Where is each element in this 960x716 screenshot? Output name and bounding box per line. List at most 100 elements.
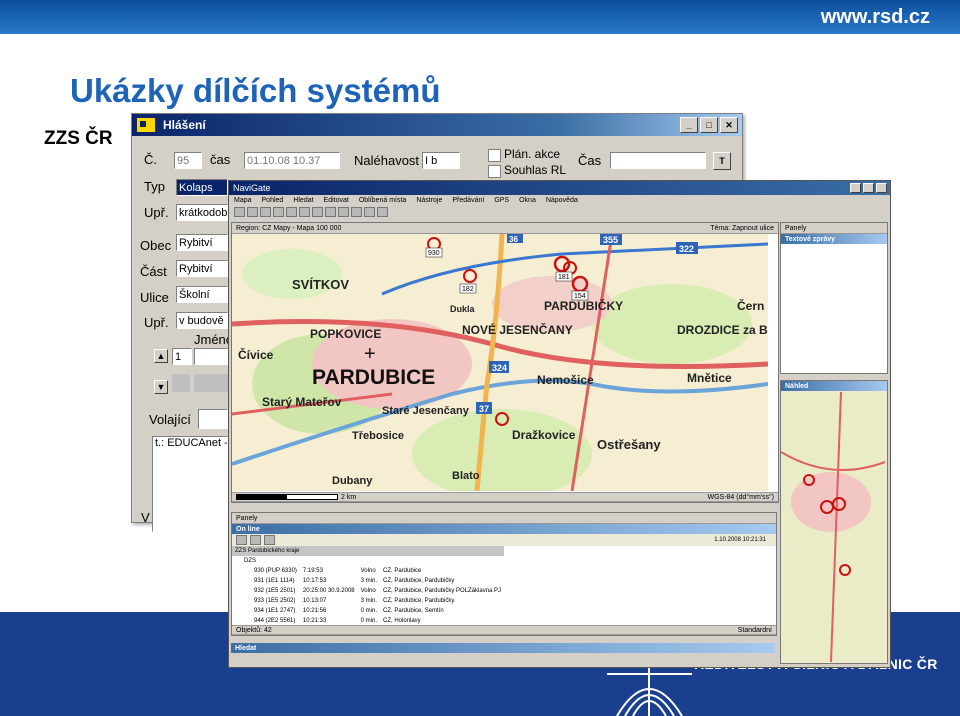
- hlaseni-titlebar: Hlášení _ □ ✕: [132, 114, 742, 136]
- scroll-up-button[interactable]: ▲: [154, 349, 168, 363]
- menu-gps[interactable]: GPS: [494, 197, 509, 204]
- preview-header: Náhled: [781, 381, 887, 391]
- number-field[interactable]: 95: [174, 152, 202, 169]
- unit-time: 10:13:07: [302, 598, 327, 604]
- menu-mapa[interactable]: Mapa: [234, 197, 252, 204]
- zoom-in-icon[interactable]: [234, 207, 245, 217]
- obec-field[interactable]: Rybitví: [176, 234, 228, 251]
- map-label-nemosice: Nemošice: [537, 373, 594, 387]
- road-shield-37: 37: [479, 404, 489, 414]
- plan-akce-checkbox[interactable]: [488, 149, 501, 162]
- unit-marker-930-label: 930: [428, 250, 440, 257]
- ulice-field[interactable]: Školní: [176, 286, 228, 303]
- type-select[interactable]: Kolaps: [176, 179, 228, 196]
- refresh-icon[interactable]: [364, 207, 375, 217]
- map-label-svitkov: SVÍTKOV: [292, 277, 349, 292]
- tree-child-row[interactable]: DZS: [232, 556, 504, 566]
- bottom-panels-header: Panely: [232, 513, 776, 524]
- text-messages-panel: Panely Textové zprávy: [780, 222, 888, 374]
- specification-field[interactable]: krátkodob.: [176, 204, 228, 221]
- settings-icon[interactable]: [377, 207, 388, 217]
- region-label[interactable]: Region: CZ Mapy - Mapa 100 000: [236, 225, 341, 232]
- layers-icon[interactable]: [312, 207, 323, 217]
- time-field-2[interactable]: [610, 152, 706, 169]
- caller-field[interactable]: [198, 409, 228, 429]
- label-plan-akce: Plán. akce: [504, 147, 561, 161]
- jmeno-field[interactable]: [194, 348, 228, 365]
- menu-editovat[interactable]: Editovat: [324, 197, 349, 204]
- souhlas-checkbox[interactable]: [488, 165, 501, 178]
- map-label-trebosice: Třebosice: [352, 430, 404, 442]
- table-row[interactable]: 932 (1E5 2501) 20:25:00 30.9.2008 Volno CZ,…: [232, 586, 504, 596]
- label-cas: čas: [210, 152, 231, 167]
- search-panel-header[interactable]: Hledat: [231, 643, 775, 653]
- map-canvas[interactable]: SVÍTKOV POPKOVICE PARDUBICE Čívice Starý…: [232, 234, 768, 491]
- online-datetime: 1.10.2008 10:21:31: [714, 537, 766, 543]
- map-panel[interactable]: Region: CZ Mapy - Mapa 100 000 Téma: Zap…: [231, 222, 779, 503]
- table-row[interactable]: 934 (1E1 2747) 10:21:56 0 min. CZ, Pardubic…: [232, 606, 504, 616]
- minimize-button[interactable]: _: [680, 117, 698, 133]
- map-label-dukla: Dukla: [450, 304, 476, 314]
- scroll-down-button[interactable]: ▼: [154, 380, 168, 394]
- notes-area[interactable]: t.: EDUCAnet -: [152, 436, 228, 532]
- zoom-out-icon[interactable]: [247, 207, 258, 217]
- coord-system-label[interactable]: WGS-84 (dd°mm'ss"): [707, 494, 778, 501]
- nav-maximize-button[interactable]: [863, 183, 874, 193]
- edit-icon[interactable]: [264, 535, 275, 545]
- map-label-ostresany: Ostřešany: [597, 437, 661, 452]
- table-row[interactable]: 931 (1E1 1114) 10:17:53 3 min. CZ, Pardubic…: [232, 576, 504, 586]
- nav-minimize-button[interactable]: [850, 183, 861, 193]
- tree-child: DZS: [244, 558, 256, 564]
- menu-napoveda[interactable]: Nápověda: [546, 197, 578, 204]
- cast-field[interactable]: Rybitví: [176, 260, 228, 277]
- unit-place: CZ, Pardubice, Pardubičky: [382, 578, 455, 584]
- map-label-cern: Čern: [737, 298, 764, 313]
- window-title: Hlášení: [163, 118, 206, 132]
- unit-time: 20:25:00 30.9.2008: [302, 588, 355, 594]
- label-ulice: Ulice: [140, 290, 169, 305]
- table-row[interactable]: 930 (PUP 6330) 7:19:53 Volno CZ, Pardubice: [232, 566, 504, 576]
- scale-bar: [236, 494, 338, 500]
- nav-close-button[interactable]: [876, 183, 887, 193]
- theme-label[interactable]: Téma: Zapnout ulice: [710, 225, 778, 232]
- urgency-select[interactable]: I b: [422, 152, 460, 169]
- time-field[interactable]: 01.10.08 10.37: [244, 152, 340, 169]
- table-row[interactable]: 933 (1E5 2502) 10:13:07 3 min. CZ, Pardubic…: [232, 596, 504, 606]
- unit-name: 933 (1E5 2502): [254, 598, 296, 604]
- label-v: V: [141, 510, 150, 525]
- preview-panel[interactable]: Náhled: [780, 380, 888, 664]
- unit-time: 10:21:56: [302, 608, 327, 614]
- online-toolbar: 1.10.2008 10:21:31: [232, 534, 776, 546]
- row-number-field[interactable]: 1: [172, 348, 192, 365]
- label-upr: Upř.: [144, 205, 169, 220]
- menu-okna[interactable]: Okna: [519, 197, 536, 204]
- preview-map[interactable]: [781, 392, 885, 662]
- grid-icon[interactable]: [338, 207, 349, 217]
- search-panel[interactable]: Hledat: [231, 643, 775, 653]
- online-status-bar: Objektů: 42 Standardní: [232, 625, 776, 635]
- unit-status: Volno: [360, 568, 376, 574]
- menu-nastroje[interactable]: Nástroje: [416, 197, 442, 204]
- scale-label: 2 km: [341, 493, 357, 501]
- menu-pohled[interactable]: Pohled: [262, 197, 284, 204]
- menu-predavani[interactable]: Předávání: [452, 197, 484, 204]
- maximize-button[interactable]: □: [700, 117, 718, 133]
- print-icon[interactable]: [286, 207, 297, 217]
- menu-hledat[interactable]: Hledat: [293, 197, 313, 204]
- units-table: ZZS Pardubického kraje DZS 930 (PUP 6330…: [232, 546, 505, 626]
- tree-root-row[interactable]: ZZS Pardubického kraje: [232, 546, 505, 556]
- t-button[interactable]: T: [713, 152, 731, 170]
- tree-root: ZZS Pardubického kraje: [232, 546, 505, 556]
- menu-oblibena-mista[interactable]: Oblíbená místa: [359, 197, 406, 204]
- save-icon[interactable]: [299, 207, 310, 217]
- standard-label[interactable]: Standardní: [738, 627, 776, 634]
- measure-icon[interactable]: [325, 207, 336, 217]
- unit-place: CZ, Pardubice, Pardubičky POLZáklavna PJ: [382, 588, 502, 594]
- specification-field-2[interactable]: v budově z: [176, 312, 228, 329]
- find-icon[interactable]: [250, 535, 261, 545]
- close-button[interactable]: ✕: [720, 117, 738, 133]
- filter-icon[interactable]: [236, 535, 247, 545]
- pan-icon[interactable]: [260, 207, 271, 217]
- select-icon[interactable]: [273, 207, 284, 217]
- gps-icon[interactable]: [351, 207, 362, 217]
